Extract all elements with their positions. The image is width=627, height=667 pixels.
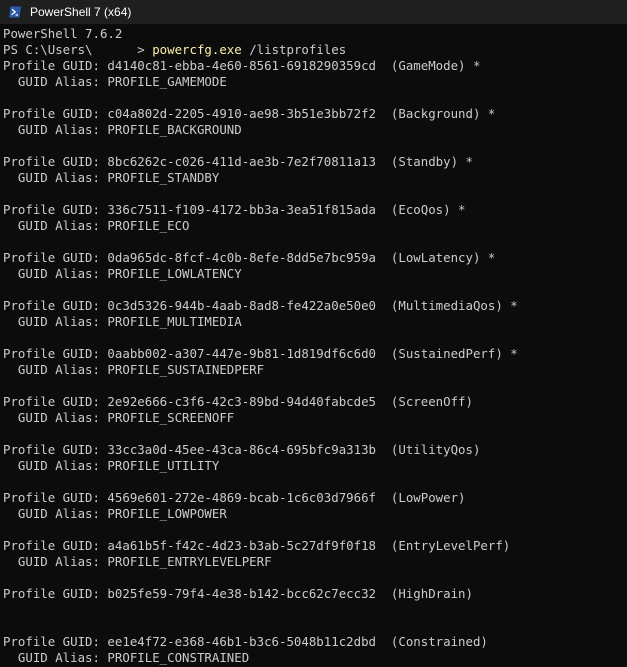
profile-alias-line: GUID Alias: PROFILE_STANDBY	[3, 170, 220, 185]
profile-alias-line: GUID Alias: PROFILE_GAMEMODE	[3, 74, 227, 89]
profile-guid-line: Profile GUID: 336c7511-f109-4172-bb3a-3e…	[3, 202, 466, 217]
profile-alias-line: GUID Alias: PROFILE_LOWLATENCY	[3, 266, 242, 281]
profile-list: Profile GUID: d4140c81-ebba-4e60-8561-69…	[3, 58, 627, 667]
terminal-window: PowerShell 7 (x64) PowerShell 7.6.2 PS C…	[0, 0, 627, 667]
profile-guid-line: Profile GUID: a4a61b5f-f42c-4d23-b3ab-5c…	[3, 538, 511, 553]
profile-guid-line: Profile GUID: d4140c81-ebba-4e60-8561-69…	[3, 58, 481, 73]
banner-line: PowerShell 7.6.2	[3, 26, 123, 41]
profile-guid-line: Profile GUID: 4569e601-272e-4869-bcab-1c…	[3, 490, 466, 505]
profile-guid-line: Profile GUID: 0aabb002-a307-447e-9b81-1d…	[3, 346, 518, 361]
command-name: powercfg.exe	[152, 42, 242, 57]
profile-alias-line: GUID Alias: PROFILE_CONSTRAINED	[3, 650, 250, 665]
prompt: PS C:\Users\ >	[3, 42, 153, 57]
profile-alias-line: GUID Alias: PROFILE_SCREENOFF	[3, 410, 235, 425]
profile-guid-line: Profile GUID: ee1e4f72-e368-46b1-b3c6-50…	[3, 634, 488, 649]
profile-alias-line: GUID Alias: PROFILE_UTILITY	[3, 458, 220, 473]
title-bar[interactable]: PowerShell 7 (x64)	[0, 0, 627, 24]
profile-guid-line: Profile GUID: c04a802d-2205-4910-ae98-3b…	[3, 106, 496, 121]
profile-guid-line: Profile GUID: 2e92e666-c3f6-42c3-89bd-94…	[3, 394, 473, 409]
profile-alias-line: GUID Alias: PROFILE_MULTIMEDIA	[3, 314, 242, 329]
console-output[interactable]: PowerShell 7.6.2 PS C:\Users\ > powercfg…	[0, 24, 627, 667]
profile-alias-line	[3, 602, 627, 618]
profile-alias-line: GUID Alias: PROFILE_ECO	[3, 218, 190, 233]
prompt-line: PS C:\Users\ > powercfg.exe /listprofile…	[3, 42, 627, 58]
profile-alias-line: GUID Alias: PROFILE_ENTRYLEVELPERF	[3, 554, 272, 569]
profile-alias-line: GUID Alias: PROFILE_LOWPOWER	[3, 506, 227, 521]
profile-guid-line: Profile GUID: 0c3d5326-944b-4aab-8ad8-fe…	[3, 298, 518, 313]
profile-guid-line: Profile GUID: b025fe59-79f4-4e38-b142-bc…	[3, 586, 473, 601]
powershell-icon	[8, 5, 22, 19]
profile-guid-line: Profile GUID: 8bc6262c-c026-411d-ae3b-7e…	[3, 154, 473, 169]
command-argument: /listprofiles	[241, 42, 347, 57]
window-title: PowerShell 7 (x64)	[30, 5, 132, 19]
profile-guid-line: Profile GUID: 33cc3a0d-45ee-43ca-86c4-69…	[3, 442, 481, 457]
profile-alias-line: GUID Alias: PROFILE_BACKGROUND	[3, 122, 242, 137]
profile-alias-line: GUID Alias: PROFILE_SUSTAINEDPERF	[3, 362, 265, 377]
profile-guid-line: Profile GUID: 0da965dc-8fcf-4c0b-8efe-8d…	[3, 250, 496, 265]
